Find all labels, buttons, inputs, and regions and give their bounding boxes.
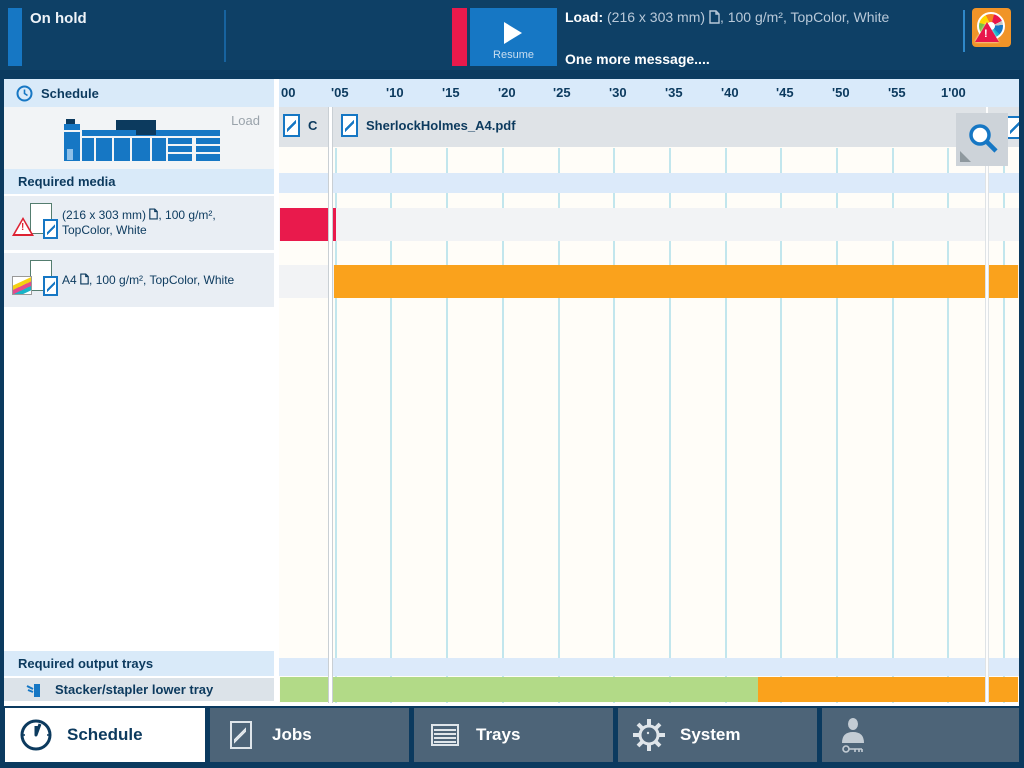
top-status-bar: On hold Resume Load: (216 x 303 mm) , 10… <box>0 0 1024 70</box>
play-icon <box>504 22 522 44</box>
key-icon <box>842 745 864 753</box>
magnifier-icon <box>966 122 1000 156</box>
divider <box>224 10 226 62</box>
output-tray-icon <box>26 682 41 698</box>
job-document-icon <box>283 114 300 137</box>
tab-user-login[interactable] <box>822 708 1019 762</box>
output-tray-item[interactable]: Stacker/stapler lower tray <box>4 678 274 701</box>
tab-label: Trays <box>476 725 520 745</box>
tray-bar-ok[interactable] <box>280 677 758 702</box>
tab-trays[interactable]: Trays <box>414 708 613 762</box>
tab-schedule[interactable]: Schedule <box>5 708 205 762</box>
tick-label: '50 <box>832 85 850 100</box>
timeline-grid: C SherlockHolmes_A4.pdf <box>279 107 1019 703</box>
tab-system[interactable]: System <box>618 708 817 762</box>
gear-icon <box>631 717 667 753</box>
clock-icon <box>16 85 33 102</box>
job-chip-sherlock[interactable]: SherlockHolmes_A4.pdf <box>341 114 516 137</box>
timeline-zoom-button[interactable] <box>956 113 1008 166</box>
tick-label: '25 <box>553 85 571 100</box>
load-message: Load: (216 x 303 mm) , 100 g/m², TopColo… <box>565 9 889 25</box>
job-document-icon <box>341 114 358 137</box>
color-media-icon <box>12 276 32 295</box>
tick-label: '35 <box>665 85 683 100</box>
timeline-ruler: 00 '05 '10 '15 '20 '25 '30 '35 '40 '45 '… <box>279 79 1019 107</box>
printer-load-label: Load <box>231 113 260 128</box>
resume-button[interactable]: Resume <box>470 8 557 66</box>
media-attrs: , 100 g/m², TopColor, White <box>89 273 234 287</box>
media-size: (216 x 303 mm) <box>62 208 146 222</box>
job-header-row: C SherlockHolmes_A4.pdf <box>279 107 1019 147</box>
tab-jobs[interactable]: Jobs <box>210 708 409 762</box>
timeline-band <box>279 173 1019 193</box>
tick-label: '20 <box>498 85 516 100</box>
printer-schematic <box>60 115 220 163</box>
media-description: A4 , 100 g/m², TopColor, White <box>62 273 244 288</box>
job-row-background <box>279 208 1019 241</box>
tick-label: '05 <box>331 85 349 100</box>
media-doc-icon <box>43 276 58 296</box>
attention-accent-bar <box>452 8 467 66</box>
tab-label: Schedule <box>67 725 143 745</box>
media-doc-icon <box>43 219 58 239</box>
load-size: (216 x 303 mm) <box>603 9 705 25</box>
tick-label: '45 <box>776 85 794 100</box>
job-chip-first[interactable]: C <box>283 114 317 137</box>
divider <box>963 10 965 52</box>
printer-status-text: On hold <box>30 10 87 27</box>
load-label: Load: <box>565 9 603 25</box>
tick-label: 00 <box>281 85 295 100</box>
current-time-indicator <box>328 107 333 703</box>
tab-label: System <box>680 725 740 745</box>
trays-icon <box>431 724 459 746</box>
schedule-end-indicator <box>985 107 989 703</box>
status-accent-bar <box>8 8 22 66</box>
resume-button-label: Resume <box>470 49 557 61</box>
tick-label: '55 <box>888 85 906 100</box>
job-name: SherlockHolmes_A4.pdf <box>366 118 516 133</box>
resize-corner-icon <box>960 151 971 162</box>
required-media-header: Required media <box>4 169 274 194</box>
frame <box>0 70 1024 79</box>
tray-bar-warning[interactable] <box>758 677 1018 702</box>
schedule-panel-header: Schedule <box>4 79 274 107</box>
job-name: C <box>308 118 317 133</box>
more-messages-text: One more message.... <box>565 51 710 67</box>
media-description: (216 x 303 mm) , 100 g/m², TopColor, Whi… <box>62 208 274 238</box>
tick-label: '40 <box>721 85 739 100</box>
page-icon <box>80 273 89 285</box>
media-size: A4 <box>62 273 77 287</box>
media-item-a4[interactable]: A4 , 100 g/m², TopColor, White <box>4 253 274 307</box>
printer-overview: Load <box>4 107 274 169</box>
page-icon <box>709 10 720 24</box>
tab-label: Jobs <box>272 725 312 745</box>
frame <box>1019 70 1024 768</box>
media-color-icon <box>12 258 62 302</box>
main-tab-bar: Schedule Jobs Trays <box>0 706 1024 768</box>
tick-label: '10 <box>386 85 404 100</box>
warning-triangle-icon <box>12 217 34 236</box>
load-rest: , 100 g/m², TopColor, White <box>720 9 889 25</box>
jobs-icon <box>230 721 252 749</box>
tick-label: '15 <box>442 85 460 100</box>
output-tray-label: Stacker/stapler lower tray <box>55 682 213 697</box>
user-icon <box>840 717 866 743</box>
media-warning-icon <box>12 201 62 245</box>
timeline-band <box>279 658 1019 676</box>
warning-triangle-icon <box>975 22 999 42</box>
color-warning-button[interactable] <box>972 8 1011 47</box>
clock-icon <box>19 718 53 752</box>
schedule-header-label: Schedule <box>41 86 99 101</box>
required-output-trays-header: Required output trays <box>4 651 274 676</box>
tick-label: 1'00 <box>941 85 966 100</box>
job-bar-printing[interactable] <box>334 265 1018 298</box>
tick-label: '30 <box>609 85 627 100</box>
media-item-216x303[interactable]: (216 x 303 mm) , 100 g/m², TopColor, Whi… <box>4 196 274 250</box>
